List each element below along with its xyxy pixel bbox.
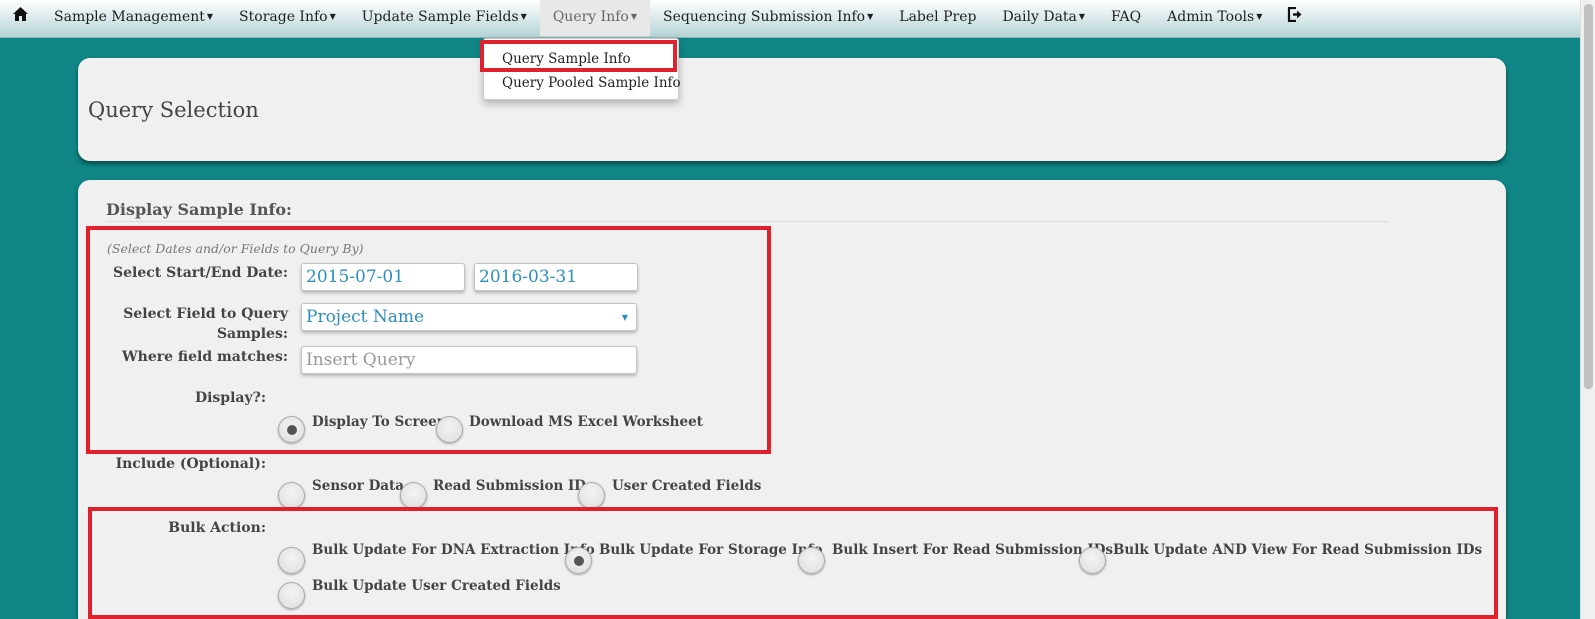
nav-sequencing-submission-info[interactable]: Sequencing Submission Info ▼ xyxy=(650,0,886,36)
page-title: Query Selection xyxy=(88,98,259,122)
highlight-query-fields-box xyxy=(86,226,771,454)
user-created-fields-radio[interactable] xyxy=(578,482,605,509)
read-submission-ids-label: Read Submission IDs xyxy=(433,478,594,494)
nav-faq[interactable]: FAQ xyxy=(1098,0,1154,36)
nav-storage-info[interactable]: Storage Info ▼ xyxy=(226,0,349,36)
page-scrollbar[interactable] xyxy=(1580,0,1595,619)
nav-admin-tools[interactable]: Admin Tools ▼ xyxy=(1154,0,1275,36)
sensor-data-radio[interactable] xyxy=(278,482,305,509)
query-selection-panel: Query Selection xyxy=(78,58,1506,161)
scrollbar-thumb[interactable] xyxy=(1584,4,1593,389)
highlight-query-sample-info-box xyxy=(480,40,677,72)
home-button[interactable] xyxy=(0,0,41,36)
include-label: Include (Optional): xyxy=(115,456,266,472)
top-navbar: Sample Management ▼ Storage Info ▼ Update … xyxy=(0,0,1580,38)
home-icon xyxy=(13,7,28,21)
highlight-bulk-action-box xyxy=(88,507,1498,619)
nav-daily-data[interactable]: Daily Data ▼ xyxy=(989,0,1098,36)
logout-button[interactable] xyxy=(1275,0,1315,36)
nav-label-prep[interactable]: Label Prep xyxy=(886,0,989,36)
divider xyxy=(106,221,1388,222)
menu-item-query-pooled-sample-info[interactable]: Query Pooled Sample Info xyxy=(502,75,681,91)
nav-update-sample-fields[interactable]: Update Sample Fields ▼ xyxy=(349,0,540,36)
sensor-data-label: Sensor Data xyxy=(312,478,405,494)
logout-icon xyxy=(1288,7,1302,22)
read-submission-ids-radio[interactable] xyxy=(400,482,427,509)
user-created-fields-label: User Created Fields xyxy=(612,478,762,494)
nav-sample-management[interactable]: Sample Management ▼ xyxy=(41,0,226,36)
nav-query-info[interactable]: Query Info ▼ xyxy=(539,0,650,36)
section-title: Display Sample Info: xyxy=(106,200,292,219)
